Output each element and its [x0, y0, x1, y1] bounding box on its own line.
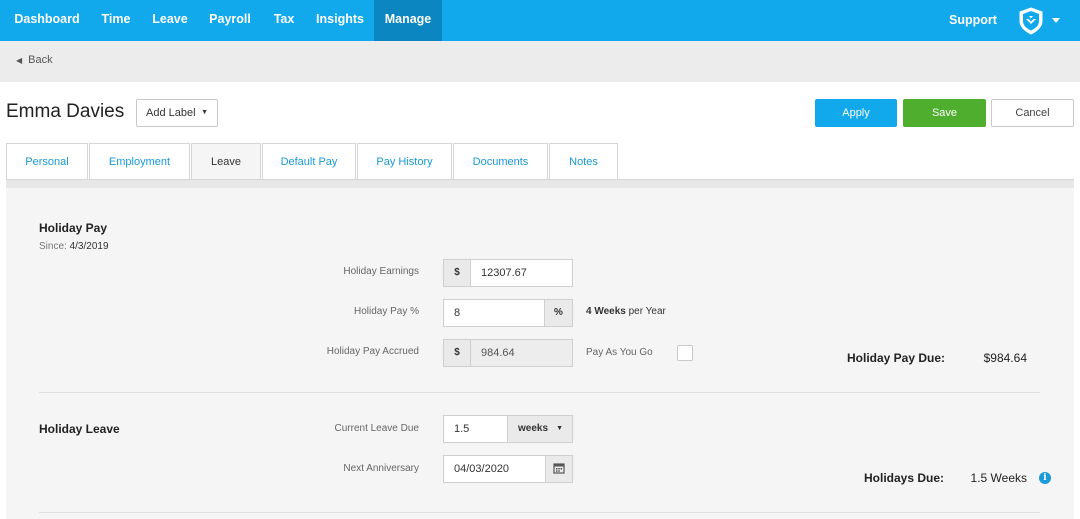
- add-label-dropdown[interactable]: Add Label ▼: [136, 99, 218, 127]
- chevron-down-icon: ▼: [201, 109, 208, 116]
- current-leave-due-input[interactable]: 1.5: [443, 415, 508, 443]
- nav-insights[interactable]: Insights: [310, 0, 370, 41]
- since-value: 4/3/2019: [69, 241, 109, 252]
- save-button[interactable]: Save: [903, 99, 986, 127]
- weeks-rest: per Year: [628, 306, 666, 317]
- nav-payroll[interactable]: Payroll: [202, 0, 258, 41]
- info-icon[interactable]: i: [1039, 472, 1051, 484]
- holiday-pay-title: Holiday Pay: [39, 221, 108, 235]
- current-leave-due-label: Current Leave Due: [334, 423, 420, 434]
- top-nav: Dashboard Time Leave Payroll Tax Insight…: [0, 0, 1080, 41]
- apply-button[interactable]: Apply: [815, 99, 897, 127]
- holiday-earnings-label: Holiday Earnings: [343, 266, 419, 277]
- holidays-due-value: 1.5 Weeks: [970, 471, 1027, 485]
- pay-as-you-go-checkbox[interactable]: [677, 345, 693, 361]
- nav-manage[interactable]: Manage: [374, 0, 442, 41]
- nav-time[interactable]: Time: [94, 0, 138, 41]
- holiday-earnings-input[interactable]: 12307.67: [470, 259, 573, 287]
- tab-pay-history[interactable]: Pay History: [357, 143, 452, 180]
- chevron-down-icon: [1052, 18, 1060, 23]
- back-bar: ◀ Back: [0, 41, 1080, 82]
- cancel-button[interactable]: Cancel: [991, 99, 1074, 127]
- tab-employment[interactable]: Employment: [89, 143, 190, 180]
- section-divider: [39, 512, 1040, 513]
- account-menu[interactable]: [1016, 6, 1064, 36]
- tab-documents[interactable]: Documents: [453, 143, 548, 180]
- chevron-down-icon: ▼: [556, 425, 563, 432]
- since-label: Since:: [39, 241, 67, 252]
- back-link[interactable]: ◀ Back: [16, 54, 53, 66]
- holiday-pay-accrued-value: 984.64: [470, 339, 573, 367]
- next-anniversary-label: Next Anniversary: [343, 463, 419, 474]
- support-link[interactable]: Support: [940, 0, 1006, 41]
- holiday-leave-title: Holiday Leave: [39, 422, 120, 436]
- currency-addon: $: [443, 259, 471, 287]
- holiday-pay-due-label: Holiday Pay Due:: [847, 351, 946, 365]
- caret-left-icon: ◀: [16, 56, 23, 65]
- tab-underline: [6, 179, 1074, 188]
- weeks-bold: 4 Weeks: [586, 306, 626, 317]
- tab-leave[interactable]: Leave: [191, 143, 261, 180]
- holiday-pay-pct-input[interactable]: 8: [443, 299, 545, 327]
- currency-addon: $: [443, 339, 471, 367]
- leave-unit-value: weeks: [518, 423, 549, 434]
- employee-name: Emma Davies: [6, 101, 125, 122]
- holidays-due-label: Holidays Due:: [864, 471, 945, 485]
- nav-tax[interactable]: Tax: [266, 0, 302, 41]
- tab-personal[interactable]: Personal: [6, 143, 88, 180]
- pay-as-you-go-label: Pay As You Go: [586, 347, 653, 358]
- tab-default-pay[interactable]: Default Pay: [262, 143, 356, 180]
- tab-notes[interactable]: Notes: [549, 143, 618, 180]
- calendar-icon: [553, 463, 565, 474]
- calendar-button[interactable]: [545, 455, 573, 483]
- weeks-per-year-note: 4 Weeks per Year: [586, 306, 666, 317]
- nav-dashboard[interactable]: Dashboard: [6, 0, 88, 41]
- holiday-pay-accrued-label: Holiday Pay Accrued: [326, 346, 419, 357]
- holiday-pay-pct-label: Holiday Pay %: [353, 306, 419, 317]
- holiday-pay-since: Since: 4/3/2019: [39, 241, 109, 252]
- back-label: Back: [28, 54, 53, 66]
- leave-unit-select[interactable]: weeks ▼: [507, 415, 573, 443]
- nav-leave[interactable]: Leave: [146, 0, 194, 41]
- add-label-text: Add Label: [146, 107, 196, 119]
- shield-logo-icon: [1019, 7, 1060, 35]
- next-anniversary-input[interactable]: 04/03/2020: [443, 455, 546, 483]
- percent-addon: %: [544, 299, 573, 327]
- holiday-pay-due-value: $984.64: [983, 351, 1027, 365]
- section-divider: [39, 392, 1040, 393]
